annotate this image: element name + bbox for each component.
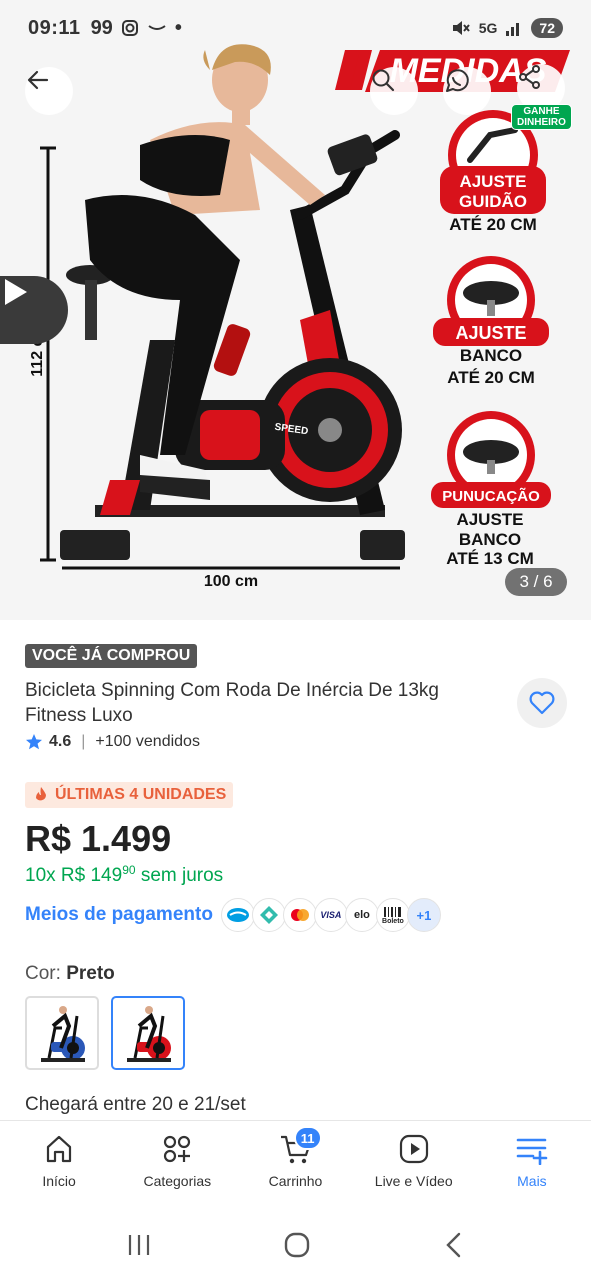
- menu-icon: [516, 1138, 548, 1165]
- cart-badge: 11: [293, 1126, 322, 1150]
- separator: |: [81, 733, 86, 750]
- network-type: 5G: [478, 20, 498, 36]
- bike-red-thumbnail: [127, 1006, 171, 1062]
- nav-mais[interactable]: Mais: [473, 1121, 591, 1210]
- image-counter: 3 / 6: [505, 568, 567, 596]
- arrow-left-icon: [27, 70, 49, 90]
- instagram-icon: [121, 20, 138, 36]
- battery-indicator: 72: [531, 18, 563, 38]
- feature-guidao-l1: AJUSTE: [459, 172, 526, 191]
- whatsapp-icon: [446, 69, 469, 92]
- bottom-navigation: Início Categorias 11 Carrinho Live e Víd…: [0, 1120, 591, 1210]
- notification-count: 99: [90, 16, 113, 39]
- mercadopago-icon: [220, 898, 255, 932]
- color-value: Preto: [66, 963, 115, 984]
- mute-icon: [452, 21, 470, 35]
- purchased-badge: VOCÊ JÁ COMPROU: [25, 644, 198, 668]
- elo-icon: elo: [344, 898, 379, 932]
- low-stock-badge: ÚLTIMAS 4 UNIDADES: [25, 782, 234, 808]
- feature-punucacao-l1: PUNUCAÇÃO: [442, 487, 540, 505]
- color-option-red[interactable]: [111, 996, 185, 1070]
- product-image: MEDIDAS 112 cm 100 cm SPEED: [29, 44, 570, 590]
- share-icon: [519, 65, 540, 89]
- search-icon: [372, 69, 395, 92]
- signal-icon: [506, 23, 520, 36]
- nav-categorias[interactable]: Categorias: [118, 1121, 236, 1210]
- feature-guidao-l2: GUIDÃO: [459, 191, 527, 211]
- installments-prefix: 10x R$ 149: [25, 865, 123, 886]
- search-button[interactable]: [370, 67, 418, 115]
- installments-suffix: sem juros: [140, 865, 224, 886]
- system-navigation-bar: [0, 1210, 591, 1280]
- star-icon: [26, 734, 42, 750]
- feature-banco: AJUSTE BANCO ATÉ 20 CM: [433, 256, 549, 387]
- sold-count: +100 vendidos: [95, 733, 200, 750]
- status-bar: 09:11 99 • 5G 72: [0, 0, 591, 56]
- bike-blue-thumbnail: [41, 1006, 85, 1062]
- home-icon: [46, 1135, 72, 1163]
- feature-punucacao: PUNUCAÇÃO AJUSTE BANCO ATÉ 13 CM: [431, 411, 551, 568]
- back-nav-icon[interactable]: [441, 1231, 467, 1259]
- low-stock-text: ÚLTIMAS 4 UNIDADES: [55, 786, 227, 803]
- nav-label-inicio: Início: [42, 1173, 76, 1189]
- mastercard-icon: [282, 898, 317, 932]
- ganhe-line2: DINHEIRO: [517, 117, 566, 128]
- nav-live-video[interactable]: Live e Vídeo: [355, 1121, 473, 1210]
- categories-icon: [164, 1135, 191, 1163]
- boleto-label: Boleto: [382, 917, 404, 925]
- feature-punucacao-l3: BANCO: [459, 530, 521, 549]
- rating-value: 4.6: [49, 733, 72, 750]
- pix-icon: [251, 898, 286, 932]
- delivery-estimate: Chegará entre 20 e 21/set: [25, 1094, 246, 1115]
- installments: 10x R$ 14990 sem juros: [25, 863, 223, 887]
- dot-icon: •: [174, 16, 182, 39]
- product-title: Bicicleta Spinning Com Roda De Inércia D…: [25, 680, 439, 726]
- visa-icon: VISA: [313, 898, 348, 932]
- amazon-icon: [148, 25, 166, 30]
- installments-cents: 90: [122, 863, 136, 877]
- nav-label-live-video: Live e Vídeo: [374, 1173, 453, 1189]
- ganhe-dinheiro-badge[interactable]: GANHE DINHEIRO: [511, 104, 572, 130]
- feature-banco-l3: ATÉ 20 CM: [447, 368, 535, 387]
- feature-guidao-l3: ATÉ 20 CM: [449, 215, 537, 234]
- home-button-icon[interactable]: [282, 1230, 312, 1260]
- feature-banco-l2: BANCO: [460, 346, 522, 365]
- favorite-button[interactable]: [517, 678, 567, 728]
- play-video-button[interactable]: [0, 276, 68, 344]
- payment-methods-row[interactable]: Meios de pagamento VISA elo Boleto +1: [25, 898, 441, 932]
- heart-icon: [529, 691, 555, 715]
- color-label: Cor:: [25, 963, 61, 984]
- feature-punucacao-l2: AJUSTE: [456, 510, 523, 529]
- product-image-gallery[interactable]: MEDIDAS 112 cm 100 cm SPEED: [0, 0, 591, 620]
- price: R$ 1.499: [25, 818, 172, 859]
- nav-label-carrinho: Carrinho: [268, 1173, 323, 1189]
- feature-banco-l1: AJUSTE: [455, 323, 526, 343]
- status-time: 09:11: [28, 16, 81, 39]
- nav-label-categorias: Categorias: [143, 1173, 212, 1189]
- feature-punucacao-l4: ATÉ 13 CM: [446, 549, 534, 568]
- payment-methods-link[interactable]: Meios de pagamento: [25, 904, 213, 926]
- color-label-row: Cor: Preto: [25, 963, 115, 985]
- play-icon: [5, 279, 27, 305]
- fire-icon: [36, 787, 46, 801]
- play-icon: [399, 1134, 428, 1164]
- color-option-blue[interactable]: [25, 996, 99, 1070]
- width-label: 100 cm: [204, 573, 258, 590]
- recent-apps-icon[interactable]: [124, 1232, 154, 1258]
- whatsapp-button[interactable]: [443, 67, 491, 115]
- boleto-icon: Boleto: [375, 898, 410, 932]
- nav-label-mais: Mais: [517, 1173, 547, 1189]
- rating-row[interactable]: 4.6 | +100 vendidos: [25, 733, 200, 751]
- nav-inicio[interactable]: Início: [0, 1121, 118, 1210]
- nav-carrinho[interactable]: 11 Carrinho: [236, 1121, 354, 1210]
- more-payment-methods[interactable]: +1: [406, 898, 441, 932]
- ganhe-line1: GANHE: [523, 106, 560, 117]
- back-button[interactable]: [25, 67, 73, 115]
